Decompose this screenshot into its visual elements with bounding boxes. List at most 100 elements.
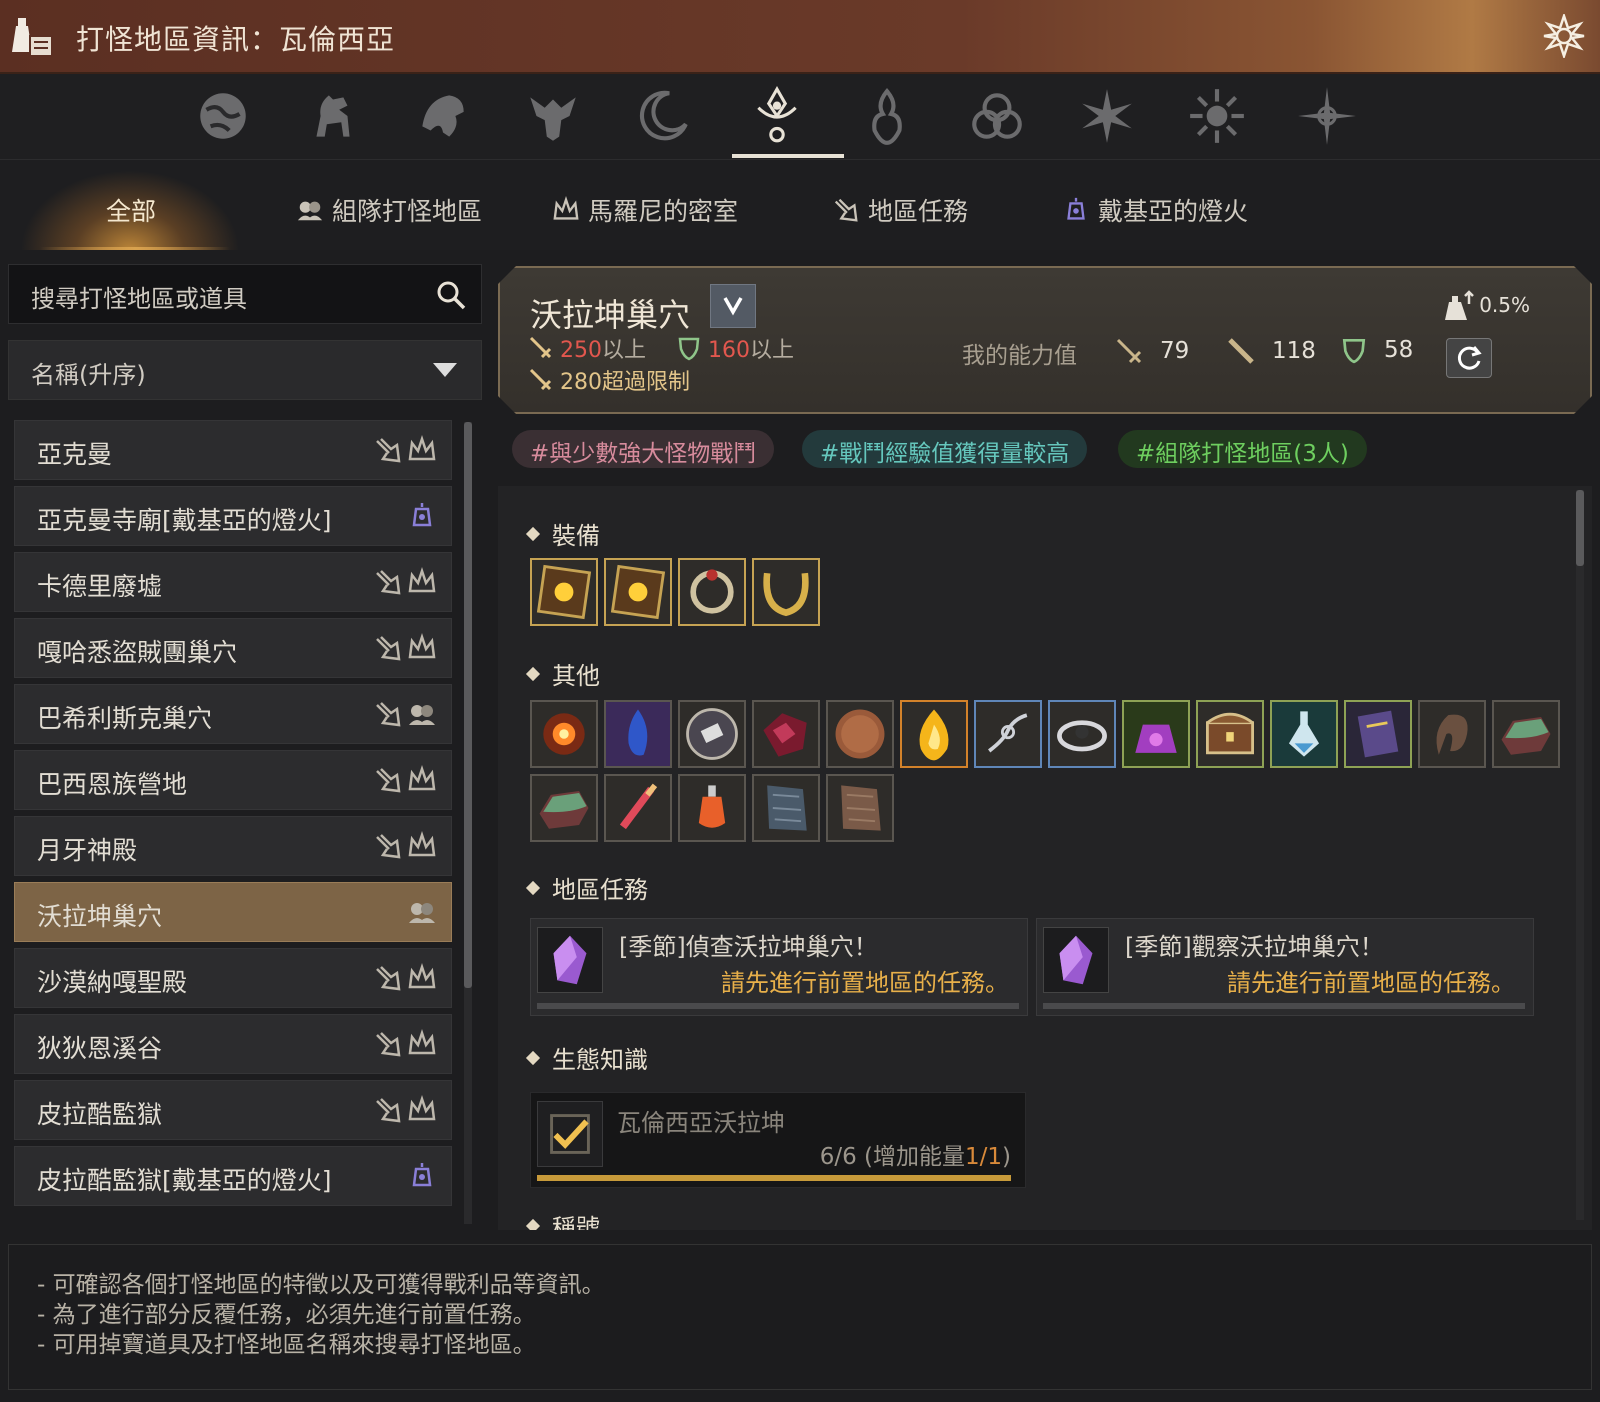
refresh-button[interactable] [1446, 338, 1492, 378]
gold-earring-cube-icon[interactable] [530, 558, 598, 626]
copper-coin-icon[interactable] [826, 700, 894, 768]
zone-list-item-icons [373, 1095, 437, 1129]
necklace-icon[interactable] [752, 558, 820, 626]
gold-earring-cube-icon[interactable] [604, 558, 672, 626]
detail-scrollbar[interactable] [1576, 490, 1584, 1220]
red-ore-icon[interactable] [752, 700, 820, 768]
triquetra-icon[interactable] [962, 84, 1032, 148]
brown-fang-icon[interactable] [1418, 700, 1486, 768]
party-icon [407, 897, 437, 931]
flame-gem-icon[interactable] [900, 700, 968, 768]
ap-cap: 280超過限制 [528, 364, 690, 396]
ecology-progress: 6/6 (增加能量1/1) [820, 1137, 1011, 1171]
my-dp: 58 [1340, 336, 1413, 364]
zone-list-item[interactable]: 狄狄恩溪谷 [14, 1014, 452, 1074]
detail-scroll-thumb[interactable] [1576, 490, 1584, 566]
tab-maroni-room[interactable]: 馬羅尼的密室 [552, 190, 738, 230]
zone-list-item-icons [407, 1161, 437, 1195]
lantern-icon [1067, 197, 1085, 220]
zone-name: 沃拉坤巢穴 [530, 296, 691, 334]
search-icon[interactable] [435, 279, 467, 311]
winged-crest-icon[interactable] [518, 84, 588, 148]
silver-chain-icon[interactable] [974, 700, 1042, 768]
purple-pouch-icon[interactable] [1122, 700, 1190, 768]
quest-progress-bar [537, 1003, 1019, 1009]
horse-icon[interactable] [298, 84, 368, 148]
tab-zone-quests[interactable]: 地區任務 [832, 190, 968, 230]
zone-list-item[interactable]: 巴西恩族營地 [14, 750, 452, 810]
flame-crest-icon[interactable] [852, 84, 922, 148]
blue-hide-icon[interactable] [752, 774, 820, 842]
my-ap: 79 [1114, 336, 1189, 366]
valencia-emblem-icon[interactable] [742, 84, 812, 148]
zone-list-item-icons [373, 633, 437, 667]
scroll-icon[interactable] [1344, 700, 1412, 768]
treasure-chest-icon[interactable] [1196, 700, 1264, 768]
blue-gem-icon[interactable] [604, 700, 672, 768]
compass-star-icon[interactable] [1292, 84, 1362, 148]
crystal-orb-icon[interactable] [678, 700, 746, 768]
my-stats-label: 我的能力值 [962, 343, 1077, 369]
elixir-bottle-icon[interactable] [1270, 700, 1338, 768]
tag-strong-monsters: #與少數強大怪物戰鬥 [512, 430, 775, 468]
zone-list-item[interactable]: 皮拉酷監獄 [14, 1080, 452, 1140]
zone-list-scroll-thumb[interactable] [464, 422, 472, 988]
sword-icon [528, 367, 554, 393]
zone-list-item-label: 皮拉酷監獄 [37, 1100, 163, 1129]
zone-list-item[interactable]: 沙漠納嘎聖殿 [14, 948, 452, 1008]
my-aap-value: 118 [1272, 338, 1316, 364]
section-zone-quests: 地區任務 [525, 870, 648, 905]
orange-potion-icon[interactable] [678, 774, 746, 842]
sword-icon [528, 335, 554, 361]
quest-icon [373, 765, 403, 799]
lantern-icon [407, 1161, 437, 1195]
tab-all[interactable]: 全部 [106, 190, 156, 230]
zone-header: 沃拉坤巢穴 250以上 160以上 280超過限制 我的能力值 79 118 5… [498, 266, 1592, 414]
window-title: 打怪地區資訊：瓦倫西亞 [76, 23, 396, 56]
quest-card[interactable]: [季節]觀察沃拉坤巢穴！ 請先進行前置地區的任務。 [1036, 918, 1534, 1016]
crescent-moon-icon[interactable] [628, 84, 698, 148]
help-line: - 為了進行部分反覆任務，必須先進行前置任務。 [37, 1302, 536, 1328]
red-brush-icon[interactable] [604, 774, 672, 842]
zone-detail-content: 裝備 其他 地區任務 生態知識 稱號 [季節]偵查沃拉坤巢穴！ 請先進行前置地區… [498, 486, 1592, 1230]
zone-list-item-icons [407, 897, 437, 931]
green-ore-icon[interactable] [530, 774, 598, 842]
star-burst-icon[interactable] [1072, 84, 1142, 148]
zone-list-item[interactable]: 亞克曼寺廟[戴基亞的燈火] [14, 486, 452, 546]
tab-party-zone[interactable]: 組隊打怪地區 [296, 190, 482, 230]
zone-list-item[interactable]: 亞克曼 [14, 420, 452, 480]
zone-list-item[interactable]: 卡德里廢墟 [14, 552, 452, 612]
griffin-icon[interactable] [408, 84, 478, 148]
brown-hide-icon[interactable] [826, 774, 894, 842]
zone-list-item[interactable]: 皮拉酷監獄[戴基亞的燈火] [14, 1146, 452, 1206]
zone-list-item[interactable]: 巴希利斯克巢穴 [14, 684, 452, 744]
crown-icon [553, 196, 579, 220]
green-ore-icon[interactable] [1492, 700, 1560, 768]
ecology-card[interactable]: 瓦倫西亞沃拉坤 6/6 (增加能量1/1) [530, 1092, 1026, 1188]
ring-icon[interactable] [678, 558, 746, 626]
tab-dakia-lantern[interactable]: 戴基亞的燈火 [1062, 190, 1248, 230]
recommended-dp-suffix: 以上 [750, 338, 795, 363]
section-other-label: 其他 [552, 662, 600, 690]
ap-cap-suffix: 超過限制 [602, 370, 691, 395]
zone-list-item-label: 亞克曼寺廟[戴基亞的燈火] [37, 506, 332, 535]
zone-list-item-icons [373, 1029, 437, 1063]
ornate-close-icon[interactable] [1542, 14, 1586, 58]
ap-cap-value: 280 [560, 370, 602, 395]
zone-list-item[interactable]: 沃拉坤巢穴 [14, 882, 452, 942]
globe-icon[interactable] [188, 84, 258, 148]
ecology-energy-prefix: (增加能量 [864, 1144, 965, 1170]
zone-dropdown-button[interactable] [710, 284, 756, 328]
fire-burst-icon[interactable] [530, 700, 598, 768]
zone-list-item-label: 巴希利斯克巢穴 [37, 704, 213, 733]
sun-burst-icon[interactable] [1182, 84, 1252, 148]
quest-card[interactable]: [季節]偵查沃拉坤巢穴！ 請先進行前置地區的任務。 [530, 918, 1028, 1016]
shield-icon [1340, 336, 1368, 364]
ecology-energy-suffix: ) [1002, 1144, 1011, 1170]
zone-list-item[interactable]: 嘎哈悉盜賊團巢穴 [14, 618, 452, 678]
eye-ring-icon[interactable] [1048, 700, 1116, 768]
search-input[interactable]: 搜尋打怪地區或道具 [8, 264, 482, 324]
zone-list-item[interactable]: 月牙神殿 [14, 816, 452, 876]
sort-dropdown[interactable]: 名稱(升序) [8, 340, 482, 400]
title-bar: 打怪地區資訊：瓦倫西亞 [0, 0, 1600, 74]
